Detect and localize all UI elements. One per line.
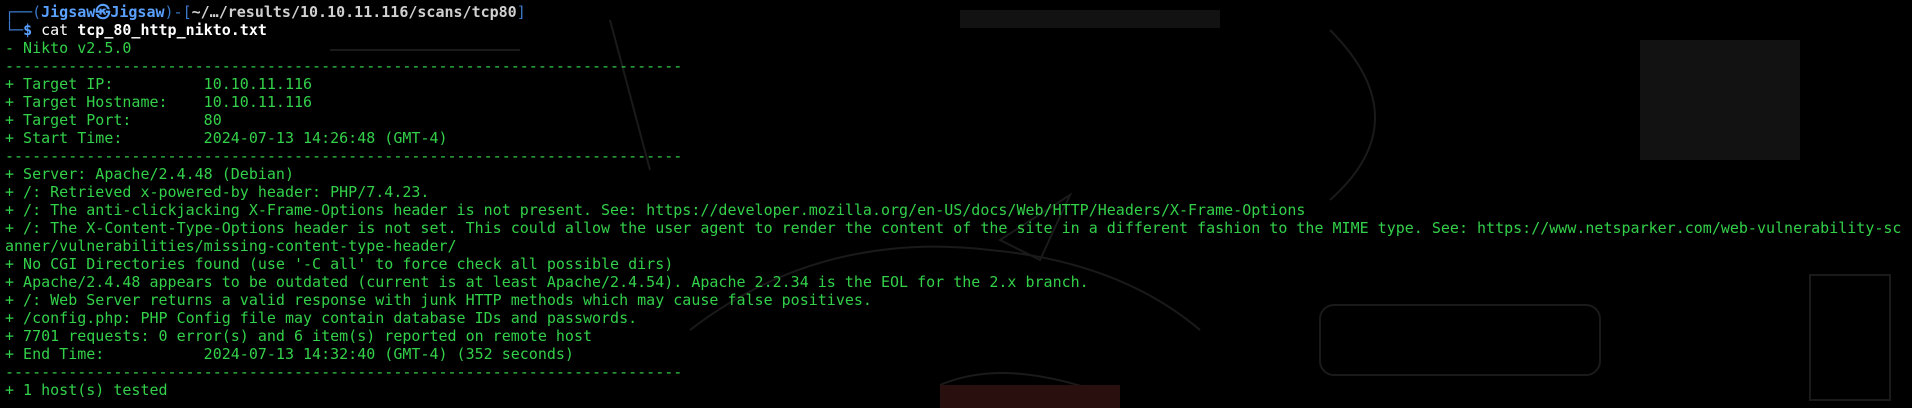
prompt-corner-top: ┌── [5,3,33,21]
prompt-header-line: ┌──(Jigsaw㉿Jigsaw)-[~/…/results/10.10.11… [5,3,1907,21]
prompt-path: ~/…/results/10.10.11.116/scans/tcp80 [191,3,517,21]
prompt-corner-bottom: └─ [5,21,24,39]
command-line[interactable]: └─$ cat tcp_80_http_nikto.txt [5,21,1907,39]
finding-line: + /: The anti-clickjacking X-Frame-Optio… [5,201,1306,219]
prompt-at-icon: ㉿ [95,3,111,21]
target-port: + Target Port: 80 [5,111,222,129]
separator-line: ----------------------------------------… [5,57,683,75]
hosts-tested: + 1 host(s) tested [5,381,168,399]
request-summary: + 7701 requests: 0 error(s) and 6 item(s… [5,327,592,345]
prompt-close-bracket: ] [516,3,526,21]
end-time: + End Time: 2024-07-13 14:32:40 (GMT-4) … [5,345,574,363]
finding-line: + Server: Apache/2.4.48 (Debian) [5,165,294,183]
finding-line-wrapped: anner/vulnerabilities/missing-content-ty… [5,237,457,255]
finding-line: + /: Web Server returns a valid response… [5,291,872,309]
start-time: + Start Time: 2024-07-13 14:26:48 (GMT-4… [5,129,448,147]
prompt-user: Jigsaw [41,3,96,21]
prompt-open-bracket: [ [182,3,192,21]
prompt-host: Jigsaw [110,3,165,21]
separator-line: ----------------------------------------… [5,147,683,165]
terminal-output: ┌──(Jigsaw㉿Jigsaw)-[~/…/results/10.10.11… [5,3,1907,399]
finding-line: + /: The X-Content-Type-Options header i… [5,219,1902,237]
command-name: cat [41,21,69,39]
nikto-version: - Nikto v2.5.0 [5,39,132,57]
command-argument: tcp_80_http_nikto.txt [77,21,267,39]
prompt-close-paren: ) [164,3,174,21]
separator-line: ----------------------------------------… [5,363,683,381]
target-hostname: + Target Hostname: 10.10.11.116 [5,93,313,111]
prompt-dollar: $ [23,21,33,39]
finding-line: + No CGI Directories found (use '-C all'… [5,255,674,273]
finding-line: + /config.php: PHP Config file may conta… [5,309,638,327]
finding-line: + Apache/2.4.48 appears to be outdated (… [5,273,1089,291]
finding-line: + /: Retrieved x-powered-by header: PHP/… [5,183,430,201]
prompt-open-paren: ( [32,3,42,21]
prompt-dash: - [173,3,183,21]
target-ip: + Target IP: 10.10.11.116 [5,75,313,93]
